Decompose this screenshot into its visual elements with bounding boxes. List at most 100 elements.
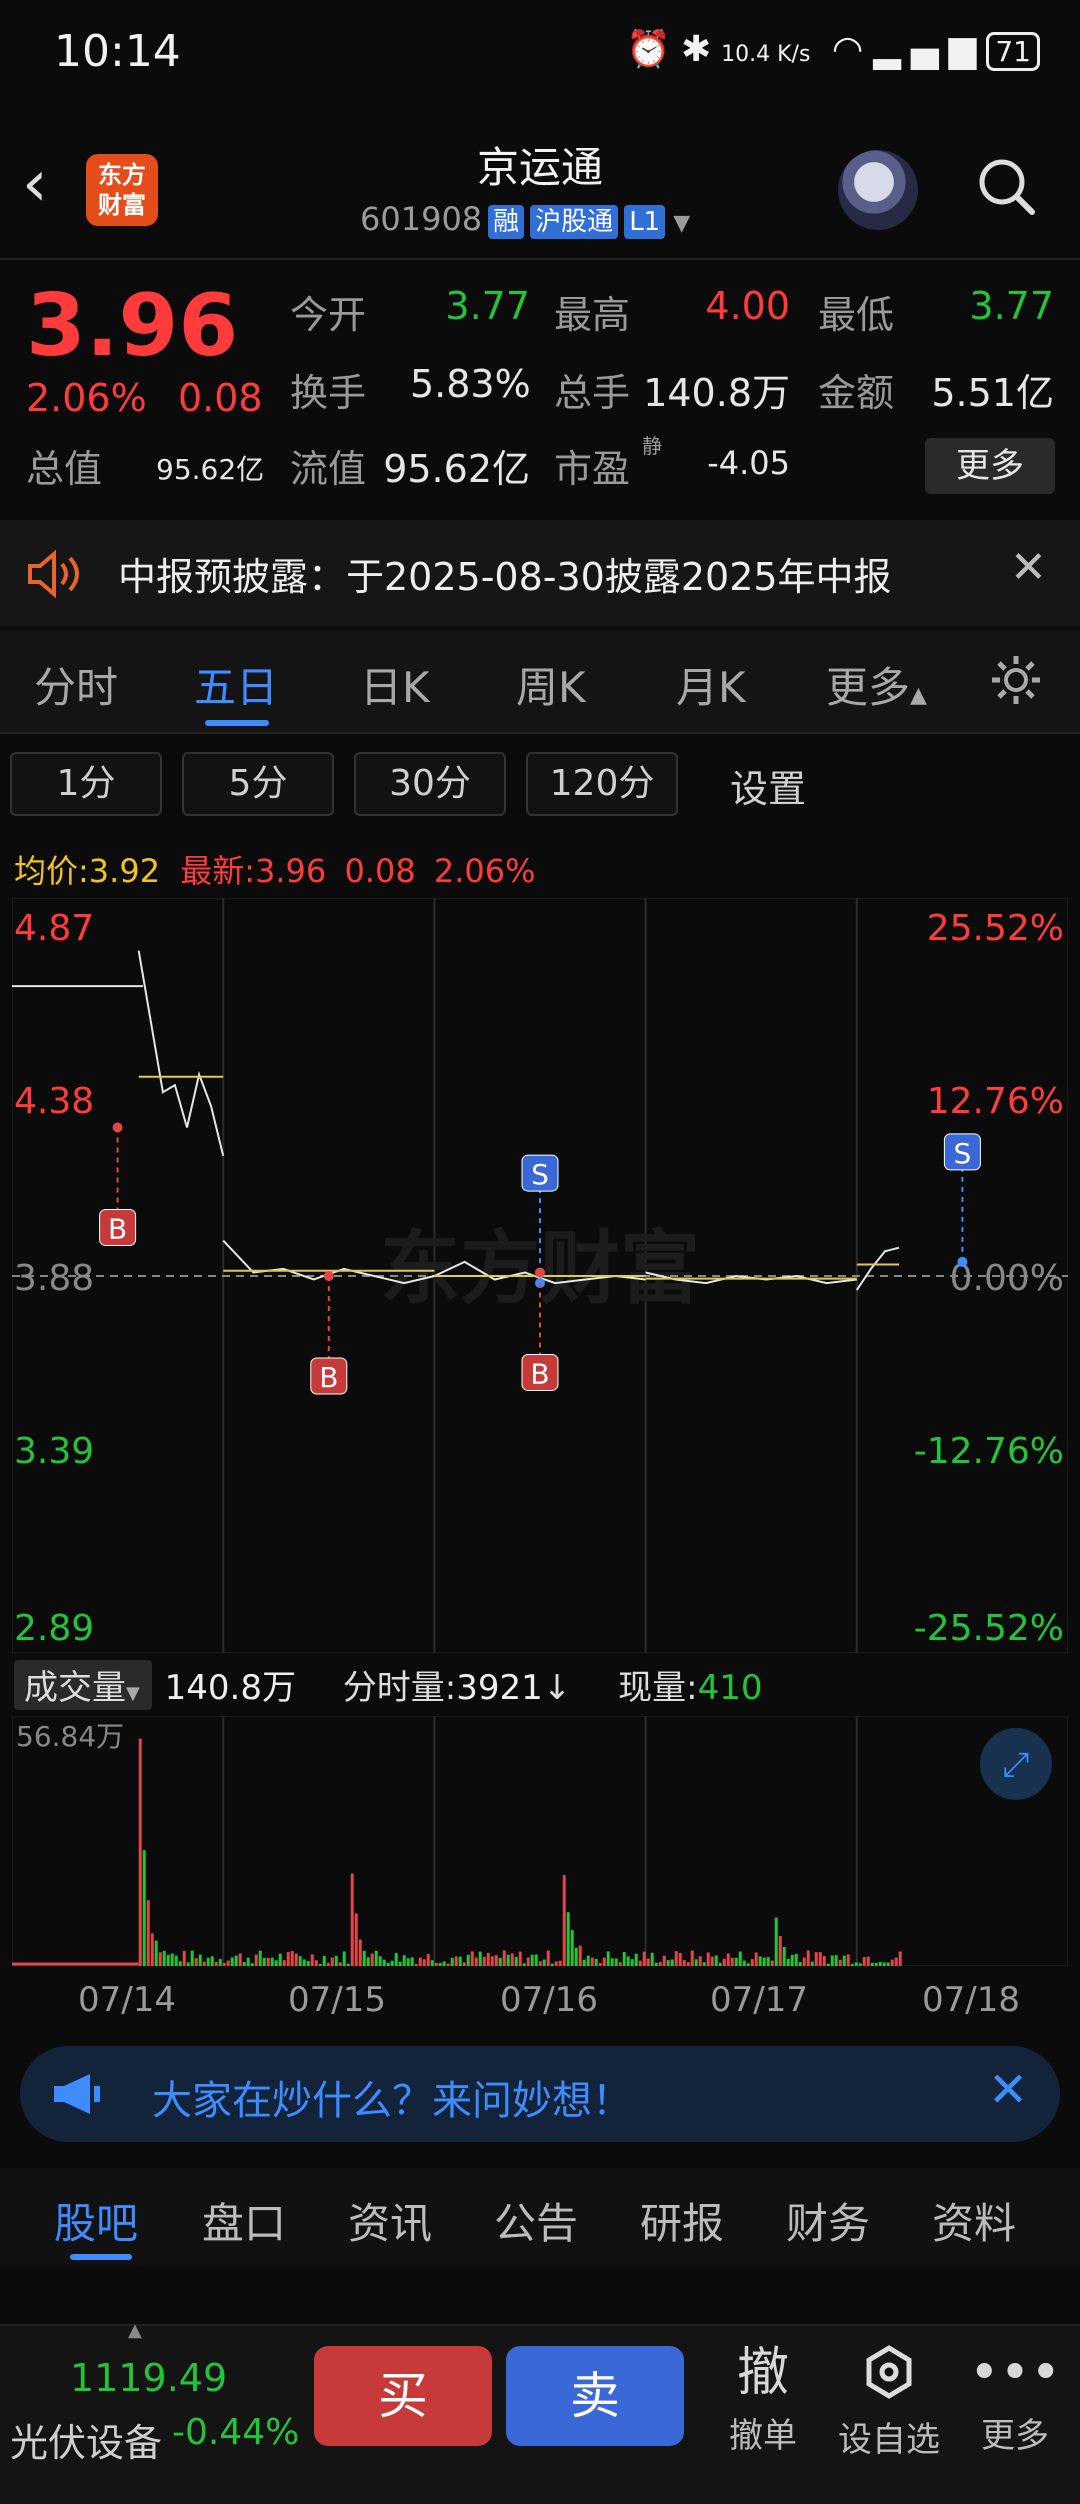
ask-text: 大家在炒什么？来问妙想！ [152, 2078, 632, 2124]
volume-bar [806, 1950, 810, 1966]
stock-code: 601908 [360, 200, 483, 238]
tab-finance[interactable]: 财务 [786, 2190, 870, 2251]
volume-bar [154, 1940, 158, 1966]
volume-bar [818, 1952, 822, 1966]
period-5min-button[interactable]: 5分 [182, 752, 334, 816]
watchlist-label: 设自选 [838, 2420, 940, 2460]
volume-bar [634, 1953, 638, 1966]
volume-bar [222, 1962, 226, 1966]
tab-weekly-k[interactable]: 周K [516, 654, 586, 715]
high-label: 最高 [554, 293, 631, 337]
volume-bar [666, 1960, 670, 1966]
volume-bar [622, 1952, 626, 1966]
volume-bar [722, 1958, 726, 1966]
index-percent: -0.44% [172, 2412, 300, 2453]
add-watchlist-button[interactable]: 设自选 [834, 2338, 944, 2461]
volume-chart: 56.84万 ⤢ [12, 1716, 1068, 1966]
five-day-chart[interactable]: 东方财富4.874.383.883.392.8925.52%12.76%0.00… [12, 898, 1068, 1653]
net-speed: 10.4 K/s [721, 42, 811, 67]
volume-bar [494, 1955, 498, 1966]
volume-bar [390, 1960, 394, 1966]
change-percent: 2.06% [26, 376, 147, 420]
latest-pct: 2.06% [433, 852, 536, 890]
volume-bar [234, 1955, 238, 1966]
period-120min-button[interactable]: 120分 [526, 752, 678, 816]
pe-value: -4.05 [707, 444, 790, 482]
volume-bar [426, 1953, 430, 1966]
caret-down-icon: ▼ [673, 211, 691, 236]
tab-orderbook[interactable]: 盘口 [202, 2190, 286, 2251]
tab-five-day[interactable]: 五日 [194, 654, 278, 715]
volume-bar [202, 1961, 206, 1966]
ask-banner[interactable]: 大家在炒什么？来问妙想！ ✕ [20, 2046, 1060, 2142]
current-volume-value: 410 [697, 1668, 763, 1708]
volume-value: 140.8万 [643, 371, 790, 415]
volume-bar [754, 1952, 758, 1966]
close-icon[interactable]: ✕ [988, 2062, 1028, 2118]
buy-button[interactable]: 买 [314, 2346, 492, 2446]
signal-icon: ▂▄▆ [873, 29, 987, 70]
latest-label: 最新: [180, 852, 256, 890]
cancel-order-button[interactable]: 撤 撤单 [708, 2338, 818, 2457]
volume-bar [190, 1950, 194, 1966]
period-1min-button[interactable]: 1分 [10, 752, 162, 816]
tab-daily-k[interactable]: 日K [360, 654, 430, 715]
tab-intraday[interactable]: 分时 [34, 654, 118, 715]
tab-news[interactable]: 资讯 [348, 2190, 432, 2251]
expand-icon: ⤢ [1002, 1745, 1029, 1785]
gear-icon[interactable] [988, 652, 1044, 708]
notice-banner[interactable]: 中报预披露：于2025-08-30披露2025年中报 ✕ [0, 520, 1080, 626]
tab-forum[interactable]: 股吧 [54, 2190, 138, 2251]
search-icon[interactable] [976, 156, 1036, 216]
volume-bar [590, 1957, 594, 1966]
date-label: 07/15 [288, 1980, 386, 2020]
volume-bar [318, 1963, 322, 1966]
volume-bar [306, 1960, 310, 1966]
sell-button[interactable]: 卖 [506, 2346, 684, 2446]
cancel-label: 撤单 [729, 2416, 797, 2456]
more-button[interactable]: ••• 更多 [960, 2338, 1070, 2457]
volume-bar [410, 1957, 414, 1966]
volume-bar [266, 1957, 270, 1966]
period-settings[interactable]: 设置 [730, 758, 806, 813]
volume-bar [430, 1960, 434, 1966]
volume-bar [706, 1952, 710, 1966]
status-bar: 10:14 ⏰✱10.4 K/s ◠▂▄▆ 71 [0, 0, 1080, 110]
volume-bar [814, 1952, 818, 1966]
megaphone-icon [54, 2074, 100, 2114]
volume-bar [762, 1957, 766, 1966]
high-value: 4.00 [705, 284, 790, 328]
quote-panel: 3.96 2.06% 0.08 总值 95.62亿 今开 3.77 最高 4.0… [0, 262, 1080, 520]
volume-bar [262, 1957, 266, 1966]
y-tick-label: 4.38 [14, 1081, 94, 1122]
volume-bar [782, 1946, 786, 1966]
volume-bar [502, 1950, 506, 1966]
tab-announcements[interactable]: 公告 [494, 2190, 578, 2251]
volume-bar [414, 1963, 418, 1966]
caret-up-icon: ▲ [128, 2320, 142, 2341]
volume-bar [438, 1962, 442, 1966]
volume-bar [258, 1950, 262, 1966]
period-30min-button[interactable]: 30分 [354, 752, 506, 816]
y-tick-label-pct: -12.76% [914, 1431, 1064, 1472]
volume-bar [526, 1957, 530, 1966]
stock-code-row[interactable]: 601908 融沪股通 L1 ▼ [360, 200, 690, 239]
volume-bar [186, 1962, 190, 1966]
tab-research[interactable]: 研报 [640, 2190, 724, 2251]
index-value[interactable]: 1119.49 [70, 2356, 227, 2400]
index-name[interactable]: 光伏设备 [10, 2412, 162, 2467]
tab-more[interactable]: 更多▲ [826, 654, 927, 715]
tab-monthly-k[interactable]: 月K [676, 654, 746, 715]
quote-more-button[interactable]: 更多 [925, 438, 1055, 494]
volume-bar [822, 1956, 826, 1966]
volume-bar [746, 1963, 750, 1966]
wifi-icon: ◠ [831, 29, 874, 70]
tab-profile[interactable]: 资料 [932, 2190, 1016, 2251]
status-time: 10:14 [54, 26, 181, 77]
close-icon[interactable]: ✕ [1010, 542, 1047, 593]
volume-bar [362, 1950, 366, 1966]
y-tick-label: 4.87 [14, 908, 94, 949]
robot-assistant-icon[interactable] [838, 150, 918, 230]
volume-bar [482, 1957, 486, 1966]
volume-bar [162, 1950, 166, 1966]
